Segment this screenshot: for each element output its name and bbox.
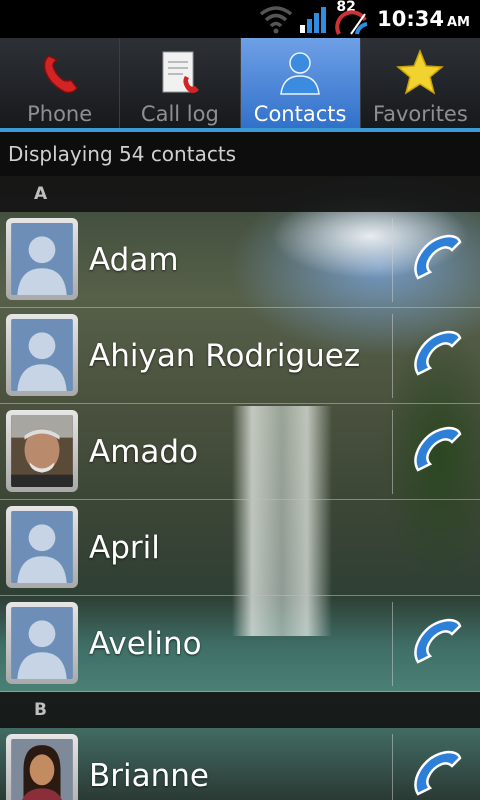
row-divider — [392, 314, 393, 398]
row-divider — [392, 734, 393, 800]
contacts-count: Displaying 54 contacts — [8, 142, 237, 166]
contact-name: Avelino — [89, 625, 202, 662]
section-letter: B — [34, 700, 47, 720]
tab-bar: Phone Call log Contacts Favorites — [0, 38, 480, 132]
tab-call-log-label: Call log — [140, 102, 219, 126]
default-avatar[interactable] — [6, 314, 78, 396]
photo-man-avatar[interactable] — [6, 410, 78, 492]
contacts-count-bar: Displaying 54 contacts — [0, 132, 480, 176]
contact-row[interactable]: Adam — [0, 212, 480, 308]
tab-call-log[interactable]: Call log — [120, 38, 241, 132]
default-avatar[interactable] — [6, 218, 78, 300]
contact-row[interactable]: Brianne — [0, 728, 480, 800]
tab-contacts-label: Contacts — [253, 102, 347, 126]
row-divider — [392, 602, 393, 686]
call-handset-icon[interactable] — [408, 326, 468, 386]
status-bar: 82 10:34 AM — [0, 0, 480, 38]
contact-name: Amado — [89, 433, 199, 470]
contact-name: Brianne — [89, 757, 209, 794]
call-handset-icon[interactable] — [408, 422, 468, 482]
clock-time: 10:34 — [377, 7, 444, 31]
clock: 10:34 AM — [377, 7, 470, 31]
section-header-b: B — [0, 692, 480, 728]
battery-gauge-icon — [335, 10, 368, 35]
call-handset-icon[interactable] — [408, 746, 468, 800]
call-handset-icon[interactable] — [408, 230, 468, 290]
photo-woman-avatar[interactable] — [6, 734, 78, 800]
tab-favorites[interactable]: Favorites — [361, 38, 480, 132]
contact-row[interactable]: April — [0, 500, 480, 596]
tab-contacts[interactable]: Contacts — [240, 38, 361, 132]
default-avatar[interactable] — [6, 506, 78, 588]
contact-row[interactable]: Ahiyan Rodriguez — [0, 308, 480, 404]
clock-ampm: AM — [447, 15, 470, 30]
contact-row[interactable]: Avelino — [0, 596, 480, 692]
row-divider — [392, 218, 393, 302]
battery-indicator: 82 — [335, 0, 371, 36]
tab-phone[interactable]: Phone — [0, 38, 121, 132]
contact-name: April — [89, 529, 160, 566]
signal-strength-icon — [300, 7, 327, 33]
contact-list[interactable]: A Adam Ahiyan Rodriguez Amado April Avel… — [0, 176, 480, 800]
contact-name: Adam — [89, 241, 179, 278]
contact-name: Ahiyan Rodriguez — [89, 337, 361, 374]
call-log-icon — [162, 51, 199, 93]
star-icon — [396, 48, 445, 95]
status-icons: 82 10:34 AM — [259, 0, 470, 38]
wifi-icon — [260, 6, 293, 34]
contacts-icon — [280, 52, 320, 95]
row-divider — [392, 410, 393, 494]
tab-phone-label: Phone — [27, 102, 93, 126]
section-header-a: A — [0, 176, 480, 212]
default-avatar[interactable] — [6, 602, 78, 684]
section-letter: A — [34, 184, 48, 204]
phone-icon — [43, 55, 78, 94]
contact-row[interactable]: Amado — [0, 404, 480, 500]
call-handset-icon[interactable] — [408, 614, 468, 674]
tab-favorites-label: Favorites — [372, 102, 468, 126]
